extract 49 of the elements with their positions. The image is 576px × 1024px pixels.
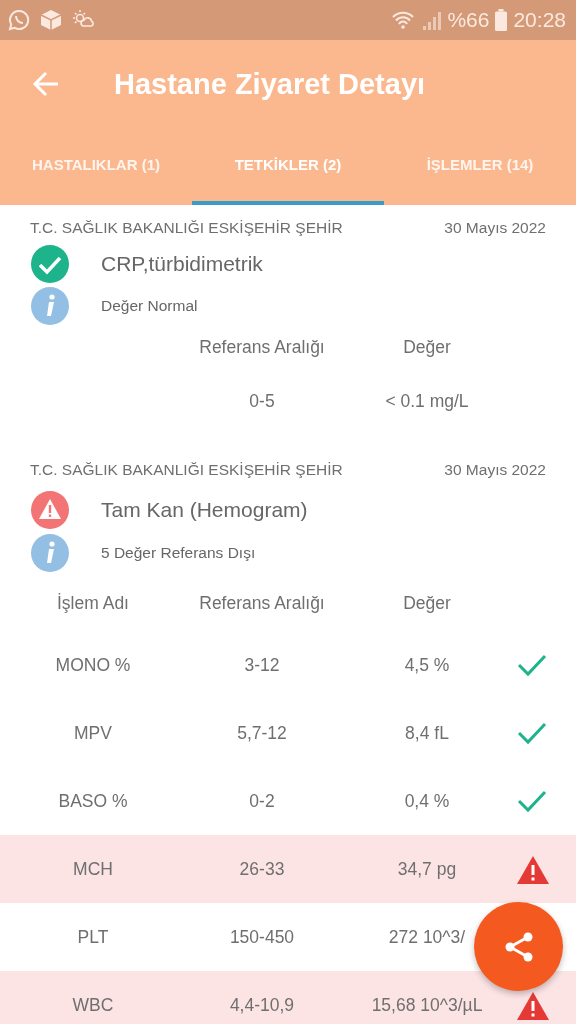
page-title: Hastane Ziyaret Detayı <box>114 67 426 101</box>
info-text: 5 Değer Referans Dışı <box>101 544 256 562</box>
table-cell: 15,68 10^3/µL <box>371 994 483 1016</box>
table-cell: 150-450 <box>229 926 295 948</box>
table-cell: BASO % <box>58 790 128 812</box>
tab[interactable]: HASTALIKLAR (1) <box>0 128 192 205</box>
info-icon <box>30 286 70 326</box>
clock-time: 20:28 <box>513 8 566 32</box>
signal-icon <box>421 10 442 30</box>
table-cell: < 0.1 mg/L <box>385 390 469 412</box>
test-date: 30 Mayıs 2022 <box>444 219 546 237</box>
check-circle-icon <box>30 244 70 284</box>
table-cell: 0-2 <box>249 790 275 812</box>
table-cell: 34,7 pg <box>397 858 457 880</box>
table-cell: 4,5 % <box>404 654 450 676</box>
test-name: CRP,türbidimetrik <box>101 252 263 276</box>
table-cell: MCH <box>73 858 113 880</box>
table-cell: 5,7-12 <box>237 722 287 744</box>
wifi-icon <box>391 10 416 30</box>
table-cell: PLT <box>77 926 109 948</box>
column-header: Referans Aralığı <box>199 336 325 358</box>
table-cell: 0-5 <box>249 390 275 412</box>
info-text: Değer Normal <box>101 297 198 315</box>
table-cell: MPV <box>74 722 112 744</box>
hospital-name: T.C. SAĞLIK BAKANLIĞI ESKİŞEHİR ŞEHİR <box>30 219 343 237</box>
hospital-name: T.C. SAĞLIK BAKANLIĞI ESKİŞEHİR ŞEHİR <box>30 461 343 479</box>
warning-circle-icon <box>30 490 70 530</box>
column-header: Değer <box>403 592 451 614</box>
table-cell: 26-33 <box>239 858 285 880</box>
tab[interactable]: İŞLEMLER (14) <box>384 128 576 205</box>
table-cell: 0,4 % <box>404 790 450 812</box>
test-date: 30 Mayıs 2022 <box>444 461 546 479</box>
tab[interactable]: TETKİKLER (2) <box>192 128 384 205</box>
back-arrow-icon <box>32 70 60 98</box>
table-cell: WBC <box>72 994 114 1016</box>
test-name: Tam Kan (Hemogram) <box>101 498 308 522</box>
column-header: Referans Aralığı <box>199 592 325 614</box>
info-icon <box>30 533 70 573</box>
table-cell: 8,4 fL <box>405 722 449 744</box>
column-header: Değer <box>403 336 451 358</box>
battery-icon <box>495 9 508 31</box>
table-cell: 272 10^3/ <box>388 926 466 948</box>
table-cell: MONO % <box>55 654 131 676</box>
battery-percent: %66 <box>447 8 490 32</box>
column-header: İşlem Adı <box>57 592 129 614</box>
table-cell: 3-12 <box>244 654 280 676</box>
table-cell: 4,4-10,9 <box>229 994 295 1016</box>
box-icon <box>40 9 62 31</box>
chat-icon <box>8 9 30 31</box>
